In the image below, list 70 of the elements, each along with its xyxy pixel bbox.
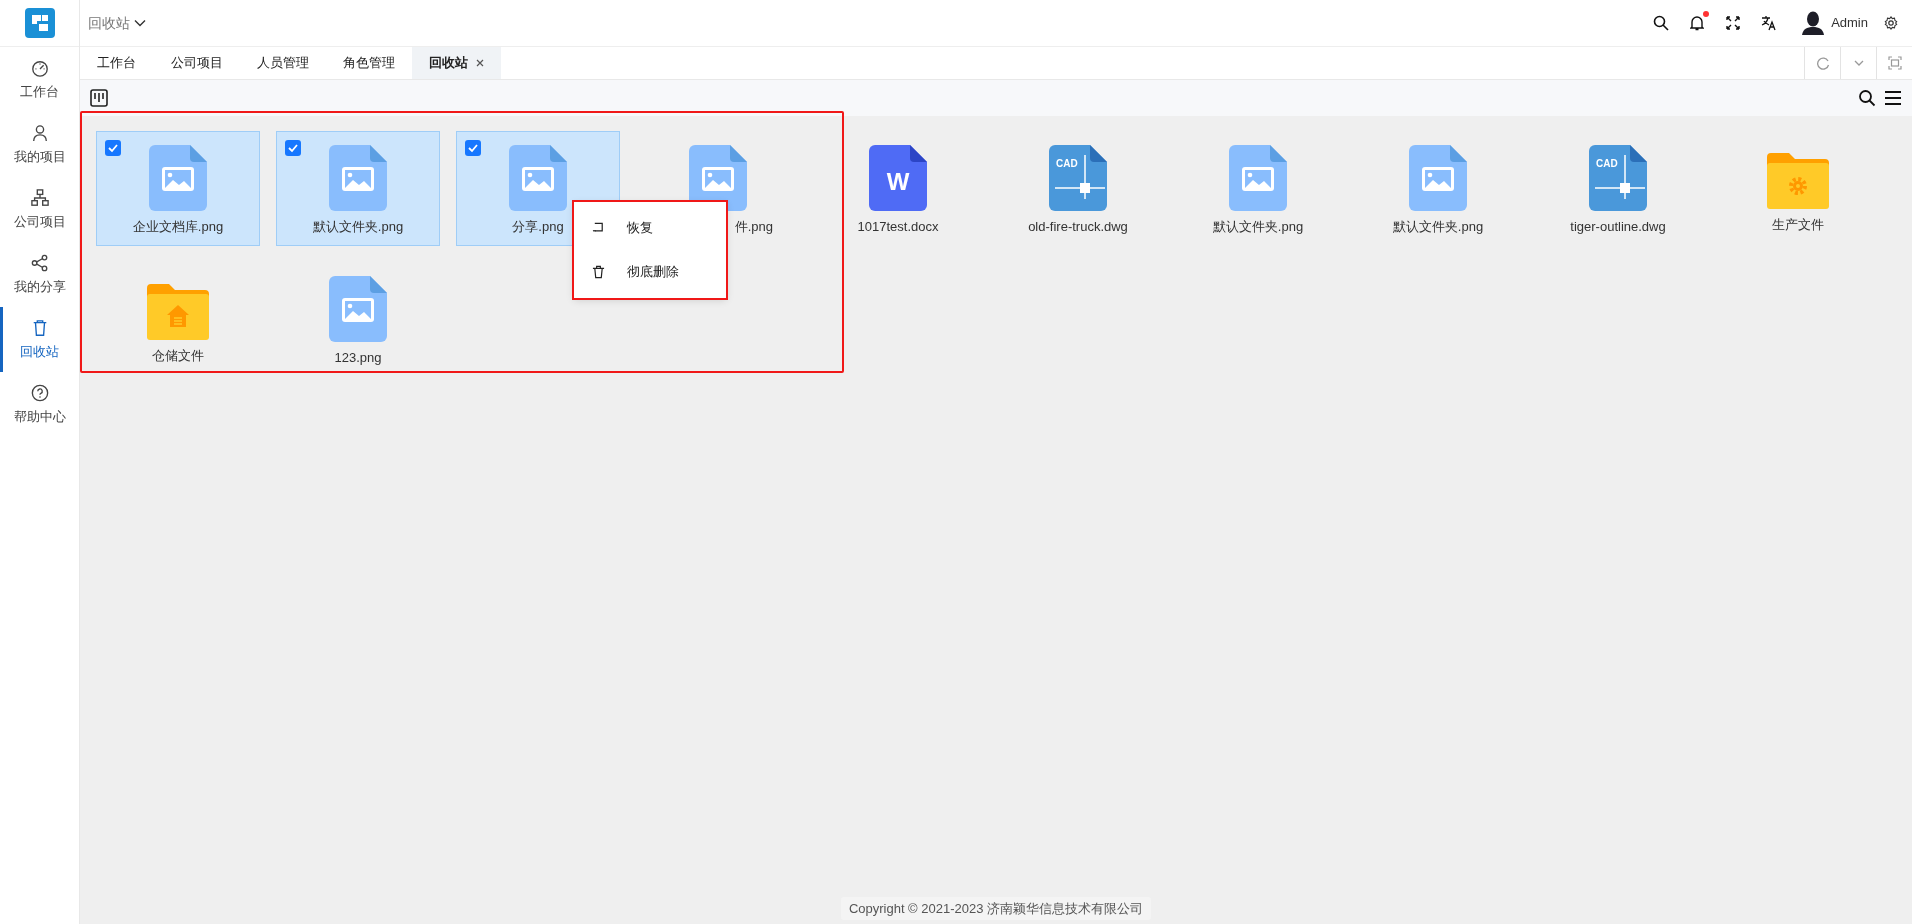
menu-item[interactable]: 彻底删除: [574, 250, 726, 294]
checkbox[interactable]: [285, 140, 301, 156]
folder-icon: [147, 282, 209, 340]
checkbox[interactable]: [465, 140, 481, 156]
file-tile[interactable]: 默认文件夹.png: [276, 131, 440, 246]
file-tile[interactable]: CAD old-fire-truck.dwg: [996, 131, 1160, 246]
file-name: 企业文档库.png: [132, 218, 224, 236]
hierarchy-icon: [30, 187, 49, 208]
file-icon: [329, 276, 387, 342]
file-icon: [509, 145, 567, 211]
user-name[interactable]: Admin: [1831, 13, 1868, 33]
user-icon: [30, 122, 49, 143]
file-icon: W: [869, 145, 927, 211]
tab[interactable]: 回收站: [412, 47, 501, 79]
file-icon: [1229, 145, 1287, 211]
file-name: 默认文件夹.png: [1392, 218, 1484, 236]
fullscreen-icon[interactable]: [1726, 16, 1741, 30]
file-name: 件.png: [734, 218, 773, 236]
file-name: 1017test.docx: [857, 218, 939, 236]
menu-icon[interactable]: [1884, 90, 1902, 106]
file-name: 123.png: [334, 349, 382, 367]
file-icon: [329, 145, 387, 211]
search-icon[interactable]: [1653, 15, 1670, 31]
refresh-icon[interactable]: [1815, 56, 1830, 70]
sidebar-item[interactable]: 我的项目: [0, 112, 79, 177]
share-icon: [30, 252, 49, 273]
translate-icon[interactable]: [1761, 15, 1778, 31]
close-icon[interactable]: [476, 59, 484, 67]
checkbox[interactable]: [105, 140, 121, 156]
sidebar-item[interactable]: 帮助中心: [0, 372, 79, 437]
sidebar-item[interactable]: 工作台: [0, 47, 79, 112]
help-icon: [30, 382, 49, 403]
file-name: 仓储文件: [152, 347, 204, 365]
file-tile[interactable]: CAD tiger-outline.dwg: [1536, 131, 1700, 246]
file-tile[interactable]: 123.png: [276, 262, 440, 377]
file-icon: [1409, 145, 1467, 211]
app-logo: [24, 8, 55, 38]
bell-icon[interactable]: [1690, 15, 1705, 31]
folder-icon: [1767, 151, 1829, 209]
sidebar-item[interactable]: 回收站: [0, 307, 79, 372]
file-tile[interactable]: 企业文档库.png: [96, 131, 260, 246]
sidebar-item[interactable]: 公司项目: [0, 177, 79, 242]
file-name: 分享.png: [512, 218, 564, 236]
file-name: 默认文件夹.png: [1212, 218, 1304, 236]
board-icon[interactable]: [90, 89, 108, 107]
sidebar-item[interactable]: 我的分享: [0, 242, 79, 307]
chevron-down-icon: [134, 17, 146, 29]
file-name: 生产文件: [1772, 216, 1824, 234]
copyright-text: Copyright © 2021-2023 济南颖华信息技术有限公司: [840, 896, 1152, 920]
tab[interactable]: 工作台: [80, 47, 154, 79]
file-tile[interactable]: W 1017test.docx: [816, 131, 980, 246]
search-icon[interactable]: [1858, 89, 1876, 107]
file-tile[interactable]: 仓储文件: [96, 262, 260, 377]
breadcrumb-dropdown[interactable]: 回收站: [88, 12, 146, 34]
file-tile[interactable]: 默认文件夹.png: [1176, 131, 1340, 246]
tab[interactable]: 公司项目: [154, 47, 240, 79]
file-name: tiger-outline.dwg: [1570, 218, 1666, 236]
file-tile[interactable]: 默认文件夹.png: [1356, 131, 1520, 246]
tab[interactable]: 人员管理: [240, 47, 326, 79]
maximize-icon[interactable]: [1887, 56, 1902, 70]
file-icon: CAD: [1049, 145, 1107, 211]
file-name: old-fire-truck.dwg: [1028, 218, 1128, 236]
avatar-icon[interactable]: [1802, 11, 1825, 35]
trash-icon: [592, 265, 605, 279]
tab[interactable]: 角色管理: [326, 47, 412, 79]
file-name: 默认文件夹.png: [312, 218, 404, 236]
file-icon: [149, 145, 207, 211]
file-tile[interactable]: 生产文件: [1716, 131, 1880, 246]
settings-icon[interactable]: [1884, 16, 1898, 30]
file-icon: CAD: [1589, 145, 1647, 211]
